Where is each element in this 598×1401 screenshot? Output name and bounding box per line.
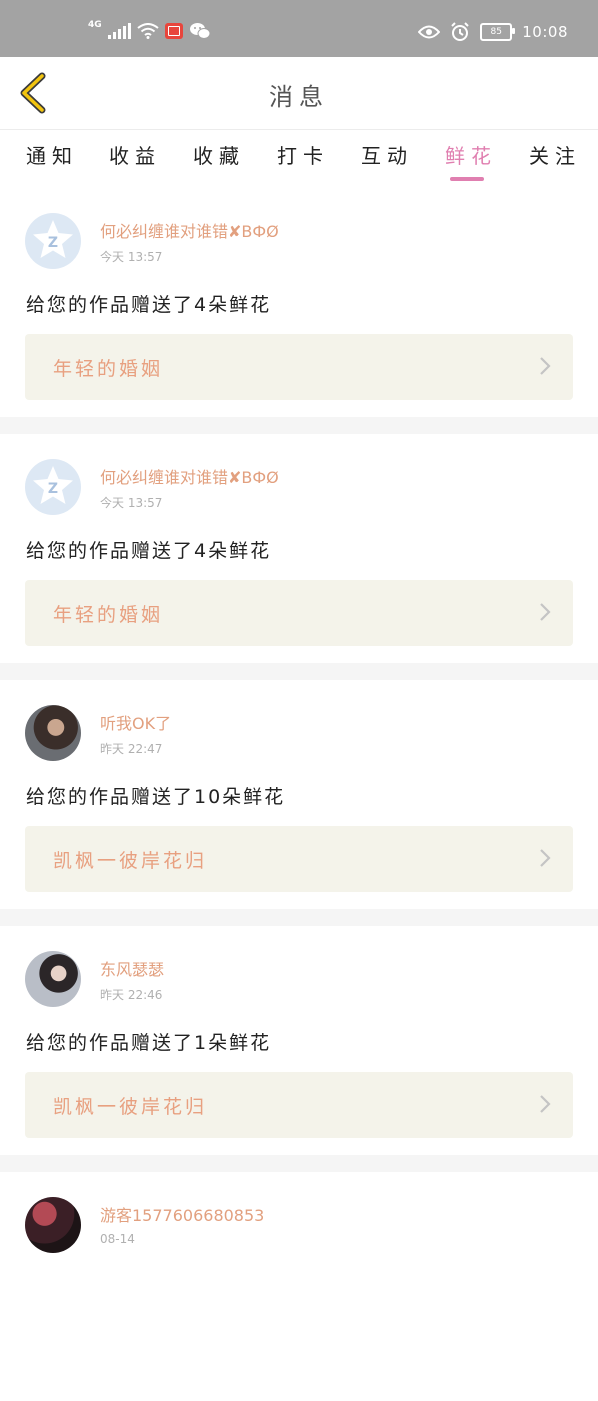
message-card: 东风瑟瑟 昨天 22:46 给您的作品赠送了1朵鲜花 凯枫一彼岸花归 [0, 926, 598, 1155]
message-time: 今天 13:57 [100, 250, 163, 264]
battery-level: 85 [490, 27, 502, 37]
sender-name[interactable]: 东风瑟瑟 [100, 956, 164, 980]
message-card: 游客1577606680853 08-14 [0, 1172, 598, 1401]
sender-name[interactable]: 游客1577606680853 [100, 1202, 264, 1226]
default-avatar-icon: Z [33, 220, 73, 258]
message-text: 给您的作品赠送了4朵鲜花 [26, 540, 272, 562]
message-card: Z 何必纠缠谁对谁错✘ВФØ 今天 13:57 给您的作品赠送了4朵鲜花 年轻的… [0, 188, 598, 417]
divider [0, 417, 598, 434]
svg-text:Z: Z [48, 235, 58, 251]
avatar[interactable]: Z [25, 213, 81, 269]
alarm-icon [451, 22, 469, 41]
tab-interaction[interactable]: 互动 [361, 140, 413, 169]
message-text: 给您的作品赠送了4朵鲜花 [26, 294, 272, 316]
work-link[interactable]: 年轻的婚姻 [25, 580, 573, 646]
divider [0, 1155, 598, 1172]
message-time: 昨天 22:46 [100, 988, 163, 1002]
clock: 10:08 [522, 23, 568, 41]
active-tab-indicator [450, 177, 484, 181]
avatar[interactable] [25, 1197, 81, 1253]
status-bar-right: 85 10:08 [418, 22, 568, 42]
chevron-right-icon [540, 603, 551, 621]
message-time: 08-14 [100, 1232, 135, 1246]
avatar[interactable] [25, 705, 81, 761]
sender-name[interactable]: 何必纠缠谁对谁错✘ВФØ [100, 218, 279, 242]
message-text: 给您的作品赠送了1朵鲜花 [26, 1032, 272, 1054]
work-title: 年轻的婚姻 [53, 358, 164, 380]
avatar[interactable]: Z [25, 459, 81, 515]
work-title: 年轻的婚姻 [53, 604, 164, 626]
battery-icon: 85 [480, 23, 516, 41]
tab-following[interactable]: 关注 [529, 140, 581, 169]
work-link[interactable]: 凯枫一彼岸花归 [25, 826, 573, 892]
chevron-right-icon [540, 849, 551, 867]
chevron-right-icon [540, 357, 551, 375]
message-time: 今天 13:57 [100, 496, 163, 510]
tab-favorites[interactable]: 收藏 [193, 140, 245, 169]
chevron-right-icon [540, 1095, 551, 1113]
signal-icon [107, 23, 131, 39]
tab-flowers[interactable]: 鲜花 [445, 140, 497, 169]
work-link[interactable]: 年轻的婚姻 [25, 334, 573, 400]
message-card: 听我OK了 昨天 22:47 给您的作品赠送了10朵鲜花 凯枫一彼岸花归 [0, 680, 598, 909]
message-time: 昨天 22:47 [100, 742, 163, 756]
network-type: 4G [88, 20, 102, 30]
message-card: Z 何必纠缠谁对谁错✘ВФØ 今天 13:57 给您的作品赠送了4朵鲜花 年轻的… [0, 434, 598, 663]
divider [0, 909, 598, 926]
avatar[interactable] [25, 951, 81, 1007]
page-title: 消息 [269, 83, 329, 111]
default-avatar-icon: Z [33, 466, 73, 504]
work-link[interactable]: 凯枫一彼岸花归 [25, 1072, 573, 1138]
tab-notifications[interactable]: 通知 [26, 140, 78, 169]
eye-icon [418, 25, 441, 39]
work-title: 凯枫一彼岸花归 [53, 1096, 208, 1118]
message-list: Z 何必纠缠谁对谁错✘ВФØ 今天 13:57 给您的作品赠送了4朵鲜花 年轻的… [0, 188, 598, 1401]
tab-bar: 通知 收益 收藏 打卡 互动 鲜花 关注 [0, 130, 598, 186]
divider [0, 663, 598, 680]
sender-name[interactable]: 何必纠缠谁对谁错✘ВФØ [100, 464, 279, 488]
tab-earnings[interactable]: 收益 [109, 140, 161, 169]
work-title: 凯枫一彼岸花归 [53, 850, 208, 872]
app-header: 消息 [0, 57, 598, 130]
wechat-icon [189, 23, 211, 39]
svg-text:Z: Z [48, 481, 58, 497]
tab-check-in[interactable]: 打卡 [277, 140, 329, 169]
sender-name[interactable]: 听我OK了 [100, 710, 171, 734]
reader-app-icon [164, 23, 183, 39]
message-text: 给您的作品赠送了10朵鲜花 [26, 786, 286, 808]
status-bar-left: 4G [88, 20, 211, 40]
status-bar: 4G 85 10:08 [0, 0, 598, 57]
wifi-icon [137, 23, 159, 39]
